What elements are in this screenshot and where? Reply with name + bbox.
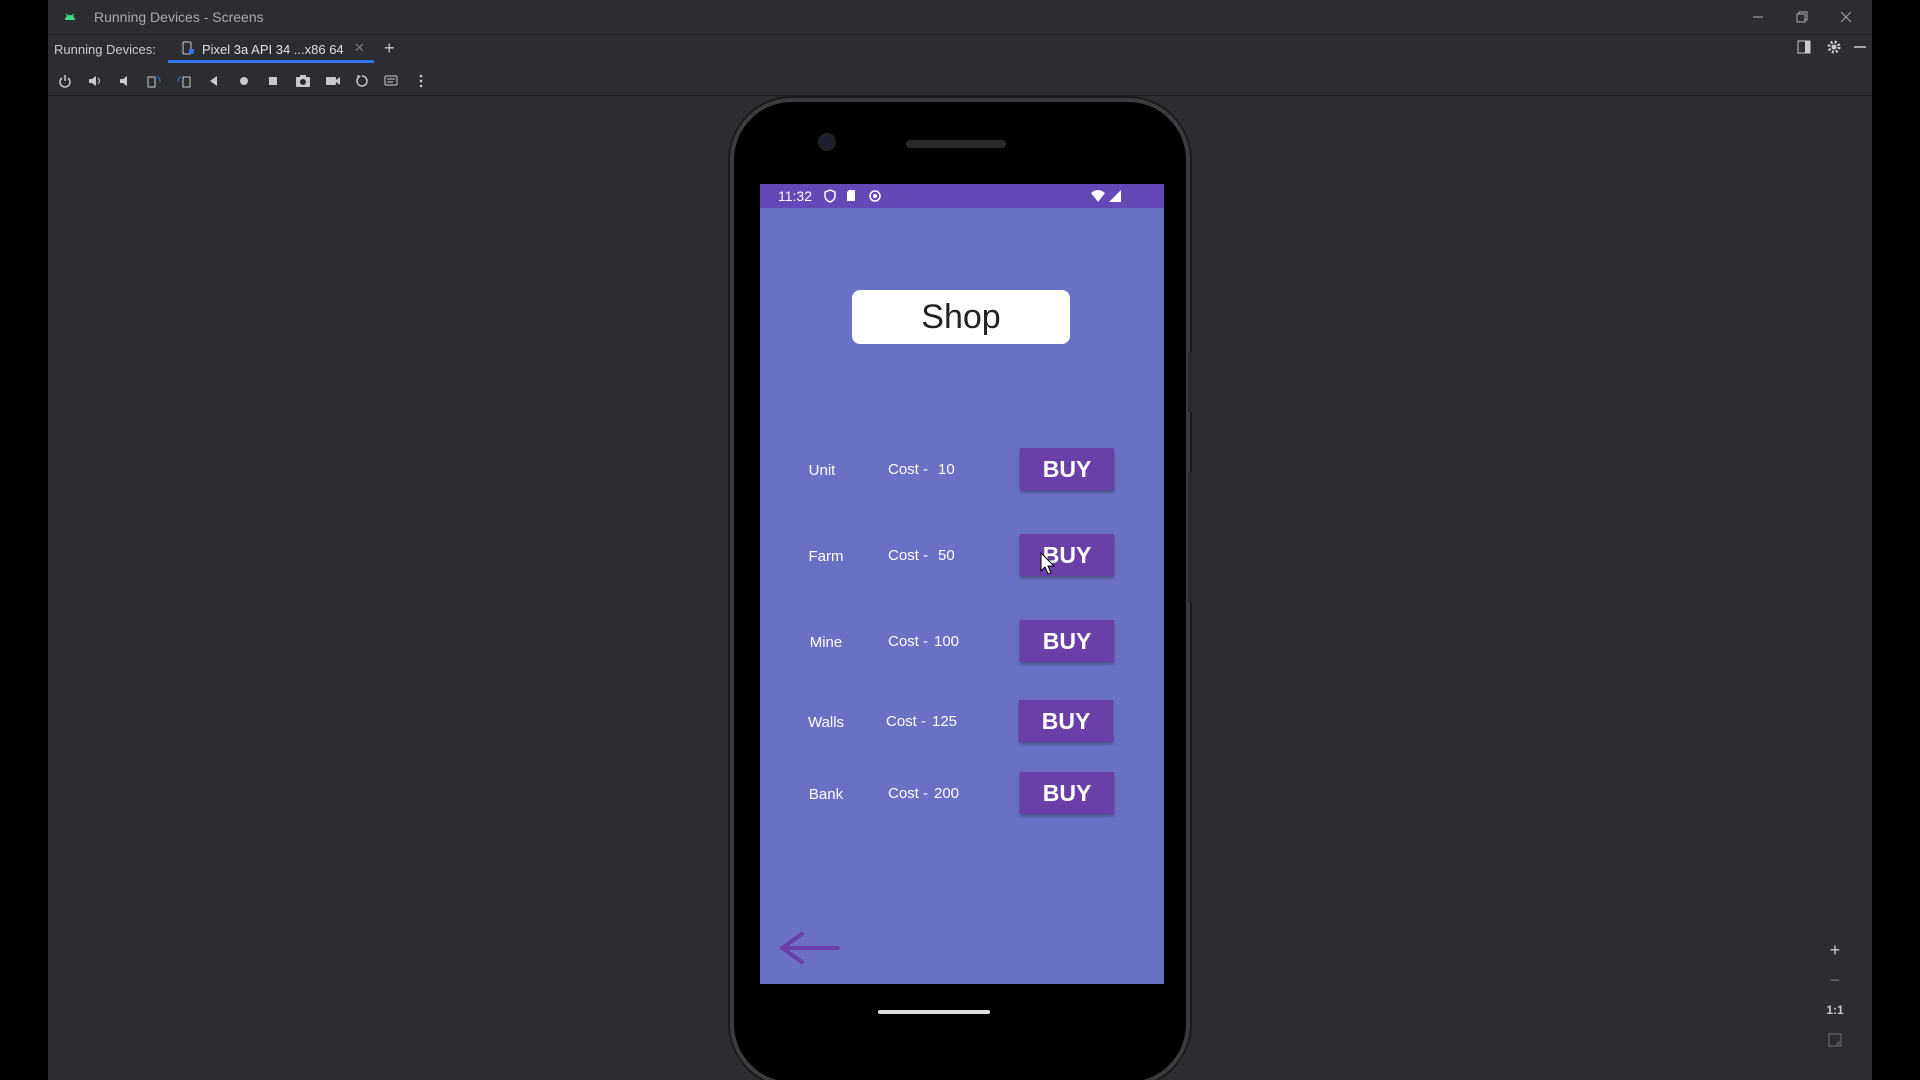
buy-mine-button[interactable]: BUY	[1020, 620, 1114, 662]
restore-window-button[interactable]	[1782, 4, 1822, 30]
shop-item-bank: Bank Cost - 200 BUY	[760, 772, 1164, 816]
close-window-button[interactable]	[1826, 4, 1866, 30]
item-name: Bank	[808, 786, 844, 803]
cost-value: 50	[938, 547, 955, 564]
rotate-left-icon[interactable]	[145, 72, 163, 90]
running-devices-label: Running Devices:	[54, 42, 156, 57]
phone-volume-button[interactable]	[1188, 472, 1192, 602]
status-bar: 11:32	[760, 184, 1164, 208]
item-name: Walls	[807, 714, 845, 731]
tab-label: Pixel 3a API 34 ...x86 64	[202, 42, 344, 57]
reset-icon[interactable]	[353, 72, 371, 90]
hide-panel-icon[interactable]	[1852, 39, 1868, 58]
phone-device-icon	[182, 41, 194, 58]
buy-bank-button[interactable]: BUY	[1020, 772, 1114, 814]
volume-down-icon[interactable]	[116, 72, 134, 90]
device-screen[interactable]: 11:32 Shop Unit Cost - 10 BUY Farm Cost …	[760, 184, 1164, 984]
item-name: Unit	[808, 462, 836, 479]
running-devices-tabbar: Running Devices: Pixel 3a API 34 ...x86 …	[48, 35, 1872, 63]
ide-window: Running Devices - Screens Running Device…	[48, 0, 1872, 1080]
phone-frame: 11:32 Shop Unit Cost - 10 BUY Farm Cost …	[734, 102, 1192, 1080]
overview-icon[interactable]	[264, 72, 282, 90]
extended-controls-icon[interactable]	[383, 72, 401, 90]
shop-item-mine: Mine Cost - 100 BUY	[760, 620, 1164, 664]
volume-up-icon[interactable]	[86, 72, 104, 90]
add-device-button[interactable]: +	[384, 38, 395, 59]
signal-icon	[1108, 189, 1122, 206]
buy-unit-button[interactable]: BUY	[1020, 448, 1114, 490]
more-icon[interactable]	[412, 72, 430, 90]
close-tab-icon[interactable]: ✕	[354, 40, 365, 56]
shop-title: Shop	[852, 290, 1070, 344]
shop-item-unit: Unit Cost - 10 BUY	[760, 448, 1164, 492]
android-studio-icon	[62, 9, 78, 25]
cost-value: 10	[938, 461, 955, 478]
status-time: 11:32	[778, 188, 812, 204]
minimize-window-button[interactable]	[1738, 4, 1778, 30]
zoom-out-button[interactable]: −	[1820, 966, 1850, 994]
cost-value: 125	[932, 713, 958, 730]
fit-screen-icon[interactable]	[1820, 1026, 1850, 1054]
shop-item-farm: Farm Cost - 50 BUY	[760, 534, 1164, 578]
settings-gear-icon[interactable]	[1826, 39, 1842, 58]
gesture-nav-bar[interactable]	[878, 1010, 990, 1014]
emulator-toolbar	[48, 65, 1872, 96]
cost-value: 200	[934, 785, 960, 802]
tab-pixel-3a[interactable]: Pixel 3a API 34 ...x86 64 ✕	[168, 35, 374, 63]
cost-label: Cost -	[888, 461, 929, 478]
record-icon[interactable]	[324, 72, 342, 90]
title-bar: Running Devices - Screens	[48, 0, 1872, 35]
sync-icon	[868, 189, 882, 206]
zoom-in-button[interactable]: +	[1820, 936, 1850, 964]
dock-layout-icon[interactable]	[1796, 39, 1812, 58]
cost-label: Cost -	[888, 547, 929, 564]
cost-label: Cost -	[888, 785, 929, 802]
home-icon[interactable]	[235, 72, 253, 90]
cost-value: 100	[934, 633, 960, 650]
front-camera	[818, 133, 836, 151]
actual-size-button[interactable]: 1:1	[1820, 996, 1850, 1024]
mouse-cursor	[1040, 551, 1056, 576]
shield-icon	[824, 189, 836, 206]
phone-side-button[interactable]	[1188, 352, 1192, 412]
rotate-right-icon[interactable]	[175, 72, 193, 90]
device-canvas: 11:32 Shop Unit Cost - 10 BUY Farm Cost …	[48, 96, 1872, 1080]
sd-card-icon	[846, 189, 856, 205]
shop-item-walls: Walls Cost - 125 BUY	[760, 700, 1164, 744]
cost-label: Cost -	[888, 633, 929, 650]
wifi-icon	[1090, 189, 1106, 206]
earpiece-speaker	[906, 140, 1006, 148]
window-title: Running Devices - Screens	[94, 9, 264, 25]
zoom-controls: + − 1:1	[1820, 936, 1850, 1066]
item-name: Mine	[809, 634, 843, 651]
buy-walls-button[interactable]: BUY	[1019, 700, 1113, 742]
buy-farm-button[interactable]: BUY	[1020, 534, 1114, 576]
cost-label: Cost -	[886, 713, 927, 730]
back-arrow-icon[interactable]	[778, 928, 842, 968]
screenshot-icon[interactable]	[294, 72, 312, 90]
item-name: Farm	[808, 548, 844, 565]
back-icon[interactable]	[205, 72, 223, 90]
power-icon[interactable]	[56, 72, 74, 90]
